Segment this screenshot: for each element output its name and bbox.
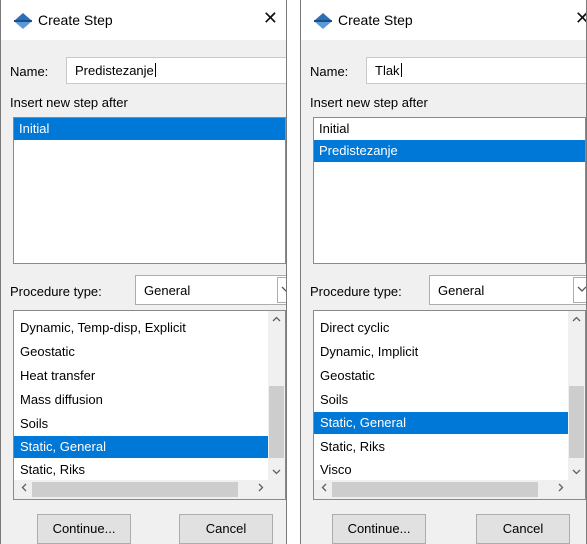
insert-after-label: Insert new step after bbox=[10, 95, 128, 110]
procedure-item[interactable]: Soils bbox=[314, 389, 572, 411]
procedure-item[interactable]: Static, Riks bbox=[14, 459, 272, 481]
scroll-right-arrow-icon[interactable] bbox=[552, 481, 569, 498]
scroll-up-arrow-icon[interactable] bbox=[568, 311, 585, 328]
scroll-down-arrow-icon[interactable] bbox=[568, 464, 585, 481]
step-item-initial[interactable]: Initial bbox=[14, 118, 285, 140]
cancel-button[interactable]: Cancel bbox=[476, 514, 570, 544]
vertical-scrollbar[interactable] bbox=[568, 311, 585, 481]
procedure-list[interactable]: Dynamic, Temp-disp, Explicit Geostatic H… bbox=[13, 310, 286, 500]
create-step-dialog-1: Create Step ✕ Name: Predistezanje Insert… bbox=[0, 0, 287, 544]
name-field[interactable]: Tlak bbox=[366, 57, 586, 84]
procedure-list[interactable]: Direct cyclic Dynamic, Implicit Geostati… bbox=[313, 310, 586, 500]
procedure-item[interactable]: Dynamic, Implicit bbox=[314, 341, 572, 363]
vertical-scroll-thumb[interactable] bbox=[569, 386, 584, 458]
name-value: Tlak bbox=[375, 63, 400, 78]
text-cursor bbox=[400, 63, 402, 77]
dialog-title: Create Step bbox=[38, 12, 113, 28]
dialog-title: Create Step bbox=[338, 12, 413, 28]
procedure-item[interactable]: Heat transfer bbox=[14, 365, 272, 387]
horizontal-scroll-thumb[interactable] bbox=[32, 482, 238, 497]
scroll-left-arrow-icon[interactable] bbox=[15, 481, 32, 498]
chevron-down-icon[interactable] bbox=[277, 277, 286, 303]
procedure-item[interactable]: Geostatic bbox=[14, 341, 272, 363]
step-list[interactable]: Initial Predistezanje bbox=[313, 117, 586, 264]
vertical-scroll-thumb[interactable] bbox=[269, 386, 284, 458]
scroll-down-arrow-icon[interactable] bbox=[268, 464, 285, 481]
horizontal-scrollbar[interactable] bbox=[14, 480, 285, 499]
close-icon[interactable]: ✕ bbox=[263, 9, 278, 29]
procedure-item[interactable]: Static, Riks bbox=[314, 436, 572, 458]
abaqus-step-icon bbox=[14, 13, 32, 29]
chevron-down-icon[interactable] bbox=[573, 277, 586, 303]
title-bar[interactable]: Create Step ✕ bbox=[301, 0, 586, 40]
procedure-item-selected[interactable]: Static, General bbox=[14, 436, 272, 458]
abaqus-step-icon bbox=[314, 13, 332, 29]
continue-button[interactable]: Continue... bbox=[332, 514, 426, 544]
procedure-type-label: Procedure type: bbox=[310, 284, 402, 299]
step-list[interactable]: Initial bbox=[13, 117, 286, 264]
procedure-item[interactable]: Visco bbox=[314, 459, 572, 481]
scroll-right-arrow-icon[interactable] bbox=[252, 481, 269, 498]
cancel-button[interactable]: Cancel bbox=[179, 514, 273, 544]
name-label: Name: bbox=[10, 64, 49, 79]
horizontal-scroll-thumb[interactable] bbox=[332, 482, 538, 497]
create-step-dialog-2: Create Step ✕ Name: Tlak Insert new step… bbox=[300, 0, 587, 544]
horizontal-scrollbar[interactable] bbox=[314, 480, 585, 499]
step-item-predistezanje[interactable]: Predistezanje bbox=[314, 140, 585, 162]
procedure-item-selected[interactable]: Static, General bbox=[314, 412, 572, 434]
procedure-type-select[interactable]: General bbox=[135, 275, 286, 305]
procedure-item[interactable]: Soils bbox=[14, 413, 272, 435]
scroll-left-arrow-icon[interactable] bbox=[315, 481, 332, 498]
insert-after-label: Insert new step after bbox=[310, 95, 428, 110]
procedure-item[interactable]: Geostatic bbox=[314, 365, 572, 387]
name-value: Predistezanje bbox=[75, 63, 154, 78]
scroll-up-arrow-icon[interactable] bbox=[268, 311, 285, 328]
vertical-scrollbar[interactable] bbox=[268, 311, 285, 481]
procedure-item[interactable]: Mass diffusion bbox=[14, 389, 272, 411]
name-label: Name: bbox=[310, 64, 349, 79]
name-field[interactable]: Predistezanje bbox=[66, 57, 286, 84]
procedure-type-select[interactable]: General bbox=[429, 275, 586, 305]
procedure-type-label: Procedure type: bbox=[10, 284, 102, 299]
procedure-item[interactable]: Direct cyclic bbox=[314, 317, 572, 339]
text-cursor bbox=[154, 63, 156, 77]
close-icon[interactable]: ✕ bbox=[575, 9, 586, 29]
continue-button[interactable]: Continue... bbox=[37, 514, 131, 544]
title-bar[interactable]: Create Step ✕ bbox=[1, 0, 286, 40]
step-item-initial[interactable]: Initial bbox=[314, 118, 585, 140]
procedure-item[interactable]: Dynamic, Temp-disp, Explicit bbox=[14, 317, 272, 339]
